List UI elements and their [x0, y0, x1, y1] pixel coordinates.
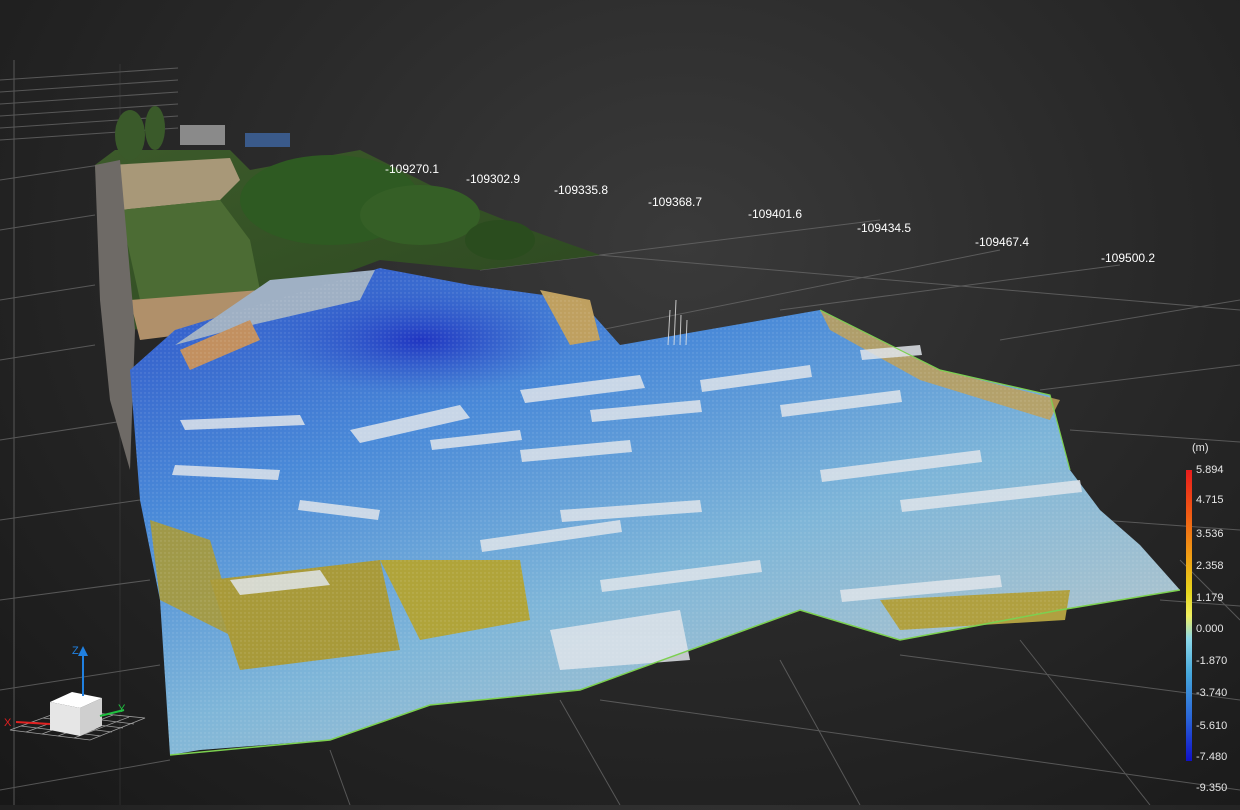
- elevation-legend: (m) 5.894 4.715 3.536 2.358 1.179 0.000 …: [1180, 442, 1240, 772]
- orientation-gizmo-graphic: Z Y X: [4, 645, 146, 741]
- coordinate-label: -109335.8: [554, 183, 609, 197]
- coordinate-label: -109302.9: [466, 172, 521, 186]
- legend-tick: 1.179: [1196, 592, 1224, 604]
- coordinate-label: -109434.5: [857, 221, 912, 235]
- legend-tick: -5.610: [1196, 720, 1228, 732]
- legend-tick: 2.358: [1196, 560, 1224, 572]
- legend-tick: -1.870: [1196, 655, 1228, 667]
- legend-tick: 0.000: [1196, 623, 1224, 635]
- legend-unit: (m): [1192, 442, 1209, 454]
- terrain-surface: [130, 268, 1181, 756]
- coordinate-label: -109467.4: [975, 235, 1030, 249]
- legend-tick: -7.480: [1196, 751, 1228, 763]
- coordinate-label: -109368.7: [648, 195, 703, 209]
- legend-tick: 5.894: [1196, 464, 1224, 476]
- legend-tick: 3.536: [1196, 528, 1224, 540]
- x-axis-label: X: [4, 717, 12, 729]
- coordinate-label: -109500.2: [1101, 251, 1156, 265]
- coordinate-label: -109401.6: [748, 207, 803, 221]
- legend-tick: -9.350: [1196, 782, 1228, 794]
- orientation-cube-icon[interactable]: Z Y X: [0, 640, 150, 750]
- legend-tick: -3.740: [1196, 687, 1228, 699]
- y-axis-label: Y: [118, 703, 126, 715]
- legend-color-bar: [1186, 470, 1192, 761]
- coordinate-label: -109270.1: [385, 162, 440, 176]
- z-axis-label: Z: [72, 645, 79, 657]
- legend-tick: 4.715: [1196, 494, 1224, 506]
- point-cloud-viewport[interactable]: -109270.1 -109302.9 -109335.8 -109368.7 …: [0, 0, 1240, 806]
- scene-canvas: [0, 60, 1240, 806]
